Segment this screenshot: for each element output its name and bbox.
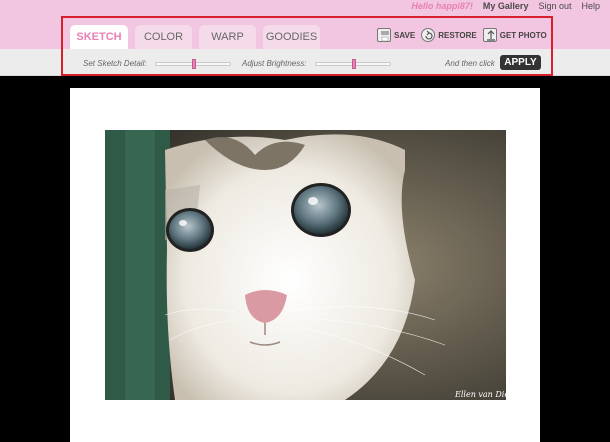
get-photo-button[interactable]: GET PHOTO	[482, 28, 547, 42]
restore-button[interactable]: RESTORE	[421, 28, 477, 42]
tab-goodies[interactable]: GOODIES	[263, 25, 320, 49]
restore-icon	[421, 28, 436, 42]
tab-color[interactable]: COLOR	[135, 25, 192, 49]
sketch-detail-slider[interactable]	[155, 59, 231, 69]
photo-signature: Ellen van Dielen	[454, 390, 506, 399]
my-gallery-link[interactable]: My Gallery	[483, 1, 529, 11]
help-link[interactable]: Help	[581, 1, 600, 11]
sketch-detail-thumb[interactable]	[192, 59, 196, 69]
top-links: Hello happi87! My Gallery Sign out Help	[411, 1, 600, 11]
tab-sketch[interactable]: SKETCH	[70, 25, 128, 49]
tab-warp[interactable]: WARP	[199, 25, 256, 49]
get-photo-icon	[482, 28, 497, 42]
brightness-label: Adjust Brightness:	[242, 59, 307, 68]
sketch-detail-label: Set Sketch Detail:	[83, 59, 147, 68]
brightness-thumb[interactable]	[352, 59, 356, 69]
photo-canvas: Ellen van Dielen	[70, 88, 540, 442]
greeting: Hello happi87!	[411, 1, 473, 11]
save-button[interactable]: SAVE	[377, 28, 415, 42]
tab-bar: SKETCH COLOR WARP GOODIES	[70, 25, 320, 49]
restore-label: RESTORE	[438, 30, 477, 40]
action-buttons: SAVE RESTORE GET PHOTO	[377, 28, 547, 42]
apply-button[interactable]: APPLY	[500, 55, 541, 70]
sign-out-link[interactable]: Sign out	[538, 1, 571, 11]
then-click-label: And then click	[445, 59, 495, 68]
save-icon	[377, 28, 391, 42]
brightness-slider[interactable]	[315, 59, 391, 69]
kitten-photo: Ellen van Dielen	[105, 130, 506, 400]
get-photo-label: GET PHOTO	[499, 30, 547, 40]
save-label: SAVE	[394, 30, 416, 40]
